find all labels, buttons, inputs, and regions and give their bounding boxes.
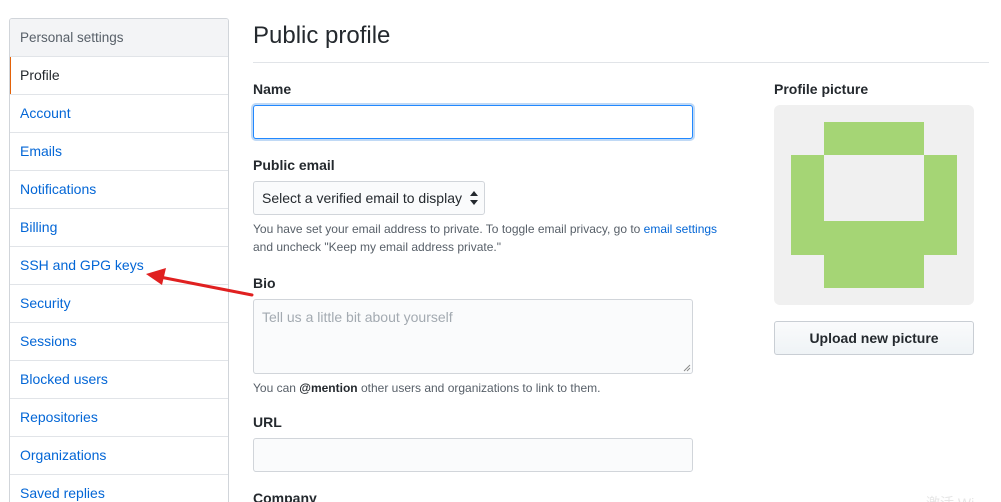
bio-textarea[interactable] [253,299,693,374]
profile-picture-label: Profile picture [774,81,869,97]
name-label: Name [253,81,292,97]
public-email-note: You have set your email address to priva… [253,220,733,256]
title-divider [253,62,989,63]
page-title: Public profile [253,22,391,49]
sidebar-item-account[interactable]: Account [10,95,228,133]
bio-note: You can @mention other users and organiz… [253,379,600,397]
url-label: URL [253,414,282,430]
bio-note-prefix: You can [253,381,300,395]
bio-label: Bio [253,275,276,291]
sidebar-header: Personal settings [10,19,228,57]
public-email-selected: Select a verified email to display [262,190,462,206]
sidebar-item-repositories[interactable]: Repositories [10,399,228,437]
public-email-label: Public email [253,157,335,173]
sidebar-item-notifications[interactable]: Notifications [10,171,228,209]
bio-note-suffix: other users and organizations to link to… [357,381,601,395]
sidebar-item-organizations[interactable]: Organizations [10,437,228,475]
activation-watermark: 激活 Wi [926,493,974,502]
sidebar-item-profile[interactable]: Profile [10,57,228,95]
select-arrows-icon [470,191,478,205]
annotation-arrow-shaft [158,275,254,297]
company-label: Company [253,490,317,502]
avatar [774,105,974,305]
name-input[interactable] [253,105,693,139]
sidebar-item-blocked-users[interactable]: Blocked users [10,361,228,399]
identicon-image [791,122,957,288]
annotation-arrow [146,268,254,297]
sidebar-item-billing[interactable]: Billing [10,209,228,247]
mention-text: @mention [299,381,358,395]
public-email-note-text-2: and uncheck "Keep my email address priva… [253,240,501,254]
url-input[interactable] [253,438,693,472]
sidebar-item-sessions[interactable]: Sessions [10,323,228,361]
public-email-note-text: You have set your email address to priva… [253,222,644,236]
sidebar-item-emails[interactable]: Emails [10,133,228,171]
upload-picture-button[interactable]: Upload new picture [774,321,974,355]
sidebar-item-saved-replies[interactable]: Saved replies [10,475,228,502]
resize-grip-icon[interactable] [683,364,691,372]
annotation-arrow-head [146,268,166,285]
email-settings-link[interactable]: email settings [644,222,717,236]
public-email-select[interactable]: Select a verified email to display [253,181,485,215]
